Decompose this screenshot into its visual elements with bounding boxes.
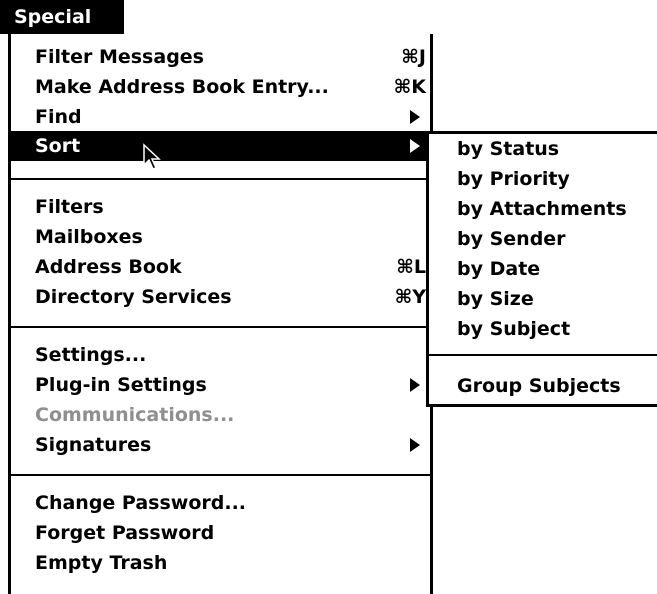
menu-item-label: Directory Services — [35, 286, 232, 308]
menu-item-label: Find — [35, 106, 82, 128]
menu-item-label: Change Password... — [35, 492, 247, 514]
special-menu-title[interactable]: Special — [0, 0, 124, 34]
submenu-item-by-sender[interactable]: by Sender — [429, 224, 657, 254]
submenu-item-by-subject[interactable]: by Subject — [429, 314, 657, 344]
menu-item-label: Filters — [35, 196, 104, 218]
menu-item-label: Sort — [35, 135, 81, 157]
menu-separator — [429, 354, 657, 356]
menu-item-label: Plug-in Settings — [35, 374, 207, 396]
menu-item-change-password[interactable]: Change Password... — [11, 488, 430, 518]
menu-item-forget-password[interactable]: Forget Password — [11, 518, 430, 548]
menu-item-label: Settings... — [35, 344, 147, 366]
menu-item-directory-services[interactable]: Directory Services ⌘Y — [11, 282, 430, 312]
submenu-item-by-attachments[interactable]: by Attachments — [429, 194, 657, 224]
special-menu-dropdown: Filter Messages ⌘J Make Address Book Ent… — [8, 34, 433, 594]
menu-item-label: Forget Password — [35, 522, 215, 544]
menu-item-label: Address Book — [35, 256, 182, 278]
menu-separator — [11, 178, 430, 180]
menu-item-label: Empty Trash — [35, 552, 168, 574]
menu-separator — [11, 474, 430, 476]
menu-item-plug-in-settings[interactable]: Plug-in Settings — [11, 370, 430, 400]
submenu-item-by-size[interactable]: by Size — [429, 284, 657, 314]
menu-separator — [11, 326, 430, 328]
menu-item-make-address-book-entry[interactable]: Make Address Book Entry... ⌘K — [11, 72, 430, 102]
submenu-item-group-subjects[interactable]: Group Subjects — [429, 371, 657, 401]
menu-item-address-book[interactable]: Address Book ⌘L — [11, 252, 430, 282]
menu-item-communications: Communications... — [11, 400, 430, 430]
menu-item-settings[interactable]: Settings... — [11, 340, 430, 370]
sort-submenu: by Status by Priority by Attachments by … — [426, 131, 657, 407]
mouse-pointer-icon — [143, 143, 161, 170]
menu-item-label: Communications... — [35, 404, 235, 426]
menu-item-find[interactable]: Find — [11, 102, 430, 132]
menu-shortcut: ⌘J — [401, 46, 426, 68]
submenu-arrow-icon — [410, 378, 420, 392]
menu-item-filter-messages[interactable]: Filter Messages ⌘J — [11, 42, 430, 72]
menu-item-mailboxes[interactable]: Mailboxes — [11, 222, 430, 252]
menu-item-signatures[interactable]: Signatures — [11, 430, 430, 460]
submenu-arrow-icon — [410, 139, 420, 153]
menu-item-filters[interactable]: Filters — [11, 192, 430, 222]
menu-shortcut: ⌘L — [396, 256, 426, 278]
menu-item-label: Signatures — [35, 434, 152, 456]
menu-shortcut: ⌘K — [393, 76, 426, 98]
menu-item-label: Make Address Book Entry... — [35, 76, 329, 98]
submenu-item-by-priority[interactable]: by Priority — [429, 164, 657, 194]
menu-item-label: Filter Messages — [35, 46, 204, 68]
menu-item-label: Mailboxes — [35, 226, 143, 248]
menu-shortcut: ⌘Y — [394, 286, 426, 308]
submenu-item-by-date[interactable]: by Date — [429, 254, 657, 284]
submenu-item-by-status[interactable]: by Status — [429, 134, 657, 164]
submenu-arrow-icon — [410, 438, 420, 452]
menu-item-empty-trash[interactable]: Empty Trash — [11, 548, 430, 578]
menu-item-sort[interactable]: Sort — [11, 131, 430, 161]
submenu-arrow-icon — [410, 110, 420, 124]
